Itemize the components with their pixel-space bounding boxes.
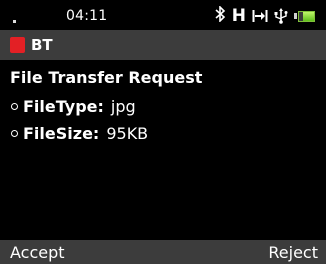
filesize-label: FileSize: xyxy=(23,123,100,143)
phone-screen: 04:11 H BT File Transfer Request FileTyp… xyxy=(0,0,326,264)
bullet-icon xyxy=(11,130,18,137)
usb-icon xyxy=(274,8,288,24)
reject-softkey[interactable]: Reject xyxy=(268,242,318,264)
battery-icon xyxy=(294,10,316,22)
battery-body xyxy=(298,10,315,22)
accept-softkey[interactable]: Accept xyxy=(10,242,65,264)
h-network-icon: H xyxy=(231,6,246,26)
transfer-arrow-icon xyxy=(252,9,268,23)
filetype-value: jpg xyxy=(110,96,136,116)
bluetooth-icon xyxy=(215,4,226,27)
battery-fill xyxy=(302,11,314,21)
transfer-request-panel: File Transfer Request FileType: jpg File… xyxy=(10,66,316,147)
bt-app-icon xyxy=(10,37,25,53)
signal-dot-icon xyxy=(13,20,16,23)
status-bar: 04:11 H xyxy=(0,0,326,30)
filetype-label: FileType: xyxy=(23,96,104,116)
app-title: BT xyxy=(31,36,53,54)
battery-tip xyxy=(294,13,297,19)
clock: 04:11 xyxy=(66,8,108,24)
filesize-value: 95KB xyxy=(106,123,149,143)
title-bar: BT xyxy=(0,30,326,60)
request-heading: File Transfer Request xyxy=(10,68,203,87)
status-icons: H xyxy=(215,4,316,27)
bullet-icon xyxy=(11,103,18,110)
info-item-filetype: FileType: jpg xyxy=(10,93,316,120)
info-item-filesize: FileSize: 95KB xyxy=(10,120,316,147)
softkey-bar: Accept Reject xyxy=(0,240,326,264)
